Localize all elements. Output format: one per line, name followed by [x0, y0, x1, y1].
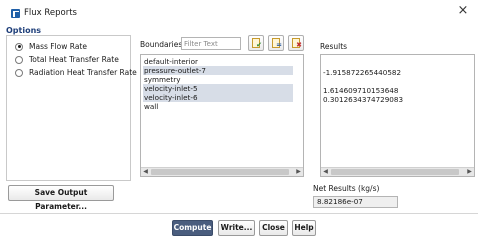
radio-button[interactable] [15, 42, 23, 51]
radio-label: Total Heat Transfer Rate [29, 55, 119, 64]
scrollbar-thumb[interactable] [331, 169, 459, 175]
list-item-default-interior[interactable]: default-interior [143, 57, 293, 66]
net-results-label: Net Results (kg/s) [313, 184, 380, 193]
net-results-value: 8.82186e-07 [313, 196, 398, 208]
match-selection-button[interactable]: = [268, 35, 284, 51]
radio-radiation-heat-transfer-rate[interactable]: Radiation Heat Transfer Rate [15, 67, 137, 78]
scroll-left-icon[interactable]: ◀ [321, 168, 330, 176]
select-all-button[interactable]: ✔ [248, 35, 264, 51]
radio-button[interactable] [15, 55, 23, 64]
deselect-all-button[interactable]: ✖ [288, 35, 304, 51]
write-button[interactable]: Write... [218, 220, 255, 236]
boundaries-horizontal-scrollbar[interactable]: ◀ ▶ [141, 167, 303, 176]
options-group: Mass Flow Rate Total Heat Transfer Rate … [6, 35, 137, 181]
scroll-right-icon[interactable]: ▶ [465, 168, 474, 176]
options-heading: Options [6, 26, 42, 35]
list-item-symmetry[interactable]: symmetry [143, 75, 293, 84]
scroll-left-icon[interactable]: ◀ [141, 168, 150, 176]
app-icon [11, 9, 20, 18]
list-item-velocity-inlet-5[interactable]: velocity-inlet-5 [143, 84, 293, 93]
save-output-parameter-button[interactable]: Save Output Parameter... [8, 185, 114, 211]
results-label: Results [320, 42, 348, 51]
title-bar: Flux Reports × [0, 0, 478, 25]
deselect-all-mark: ✖ [296, 41, 302, 49]
result-value: 0.3012634374729083 [323, 95, 404, 104]
results-horizontal-scrollbar[interactable]: ◀ ▶ [321, 167, 474, 176]
radio-mass-flow-rate[interactable]: Mass Flow Rate [15, 41, 87, 52]
radio-label: Mass Flow Rate [29, 42, 87, 51]
list-item-wall[interactable]: wall [143, 102, 293, 111]
radio-label: Radiation Heat Transfer Rate [29, 68, 137, 77]
close-button[interactable]: Close [259, 220, 288, 236]
scroll-right-icon[interactable]: ▶ [294, 168, 303, 176]
scrollbar-thumb[interactable] [151, 169, 289, 175]
help-button[interactable]: Help [292, 220, 316, 236]
select-all-mark: ✔ [256, 41, 262, 49]
close-icon[interactable]: × [456, 4, 470, 18]
match-mark: = [276, 41, 282, 49]
result-value: -1.915872265440582 [323, 68, 402, 77]
radio-button[interactable] [15, 68, 23, 77]
list-item-velocity-inlet-6[interactable]: velocity-inlet-6 [143, 93, 293, 102]
window-title: Flux Reports [24, 8, 77, 18]
filter-text-input[interactable] [181, 37, 241, 50]
footer-divider [0, 213, 478, 214]
boundaries-label: Boundaries [140, 40, 183, 49]
results-box: -1.915872265440582 1.614609710153648 0.3… [320, 54, 475, 177]
boundaries-list[interactable]: default-interior pressure-outlet-7 symme… [140, 54, 304, 177]
list-item-pressure-outlet-7[interactable]: pressure-outlet-7 [143, 66, 293, 75]
radio-total-heat-transfer-rate[interactable]: Total Heat Transfer Rate [15, 54, 119, 65]
result-value: 1.614609710153648 [323, 86, 399, 95]
compute-button[interactable]: Compute [172, 220, 213, 236]
